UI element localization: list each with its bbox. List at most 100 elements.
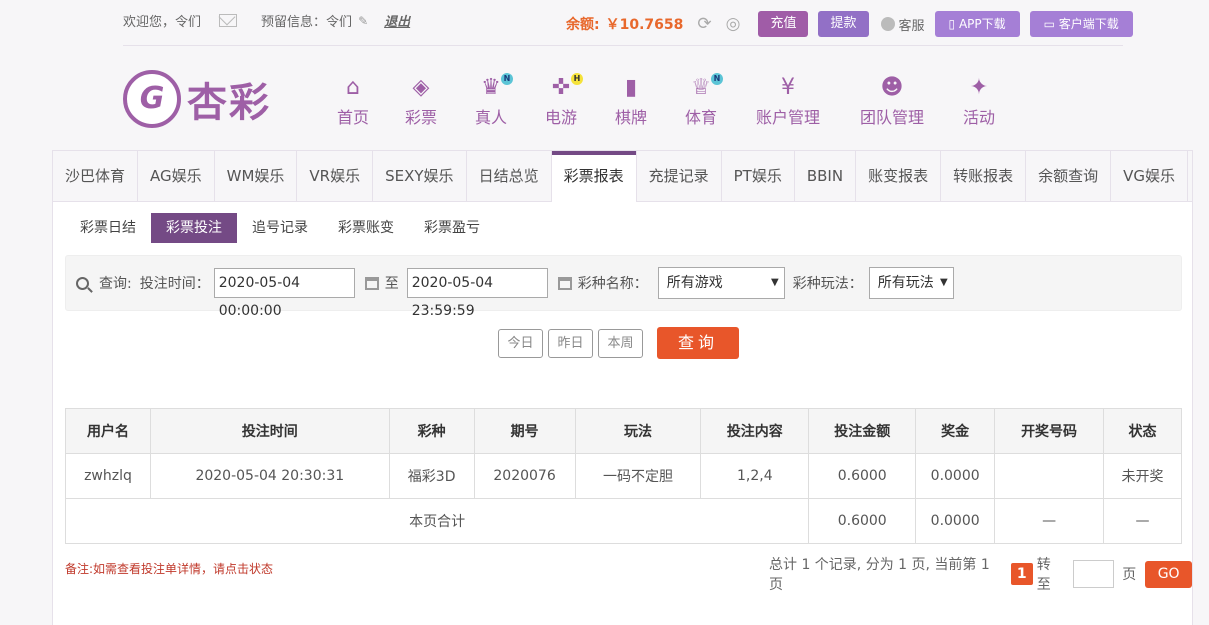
- column-header: 奖金: [915, 408, 996, 454]
- home-icon: ⌂: [346, 75, 360, 100]
- this-week-button[interactable]: 本周: [598, 328, 643, 358]
- nav-item-5[interactable]: ♕ N 体育: [666, 73, 736, 128]
- nav-item-0[interactable]: ⌂ 首页: [320, 76, 386, 128]
- subtab-0[interactable]: 彩票日结: [65, 213, 151, 243]
- nav-item-4[interactable]: ▮ 棋牌: [596, 76, 666, 128]
- mail-icon[interactable]: [219, 14, 238, 27]
- table-cell: 0.6000: [808, 453, 917, 499]
- reserve-value: 令们: [326, 15, 353, 30]
- balance-value: ￥10.7658: [605, 17, 684, 33]
- tab-0[interactable]: 沙巴体育: [53, 151, 139, 201]
- calendar-icon[interactable]: [364, 276, 379, 290]
- calendar-icon[interactable]: [557, 276, 572, 290]
- nav-item-3[interactable]: ✜ H 电游: [526, 73, 596, 128]
- total-amount: 0.6000: [808, 498, 917, 544]
- remark-note: 备注:如需查看投注单详情，请点击状态: [65, 562, 274, 576]
- game-select[interactable]: 所有游戏 ▼: [657, 267, 785, 299]
- column-header: 投注内容: [700, 408, 810, 454]
- play-select[interactable]: 所有玩法 ▼: [868, 267, 954, 299]
- tab-7[interactable]: 充提记录: [637, 151, 722, 201]
- gift-icon: ✦: [969, 75, 989, 100]
- client-download-button[interactable]: ▭ 客户端下载: [1029, 11, 1133, 37]
- tab-6[interactable]: 彩票报表: [551, 151, 637, 202]
- hide-balance-icon[interactable]: ◎: [726, 14, 741, 34]
- nav-label: 体育: [684, 108, 717, 127]
- query-label: 查询:: [99, 276, 132, 292]
- top-divider: [123, 45, 1123, 46]
- column-header: 状态: [1103, 408, 1182, 454]
- tab-10[interactable]: 账变报表: [856, 151, 942, 201]
- recharge-button[interactable]: 充值: [758, 11, 809, 37]
- column-header: 彩种: [388, 408, 475, 454]
- end-time-input[interactable]: 2020-05-04 23:59:59: [406, 268, 548, 319]
- search-icon: [76, 276, 89, 290]
- game-name-label: 彩种名称：: [577, 276, 648, 292]
- main-nav: ⌂ 首页 ◈ 彩票 ♛ N 真人 ✜ H 电游 ▮ 棋牌 ♕ N 体育 ¥ 账户管理 ☻ 团队管理 ✦ 活动: [320, 73, 1014, 128]
- trophy-icon: ♕ N: [688, 73, 723, 100]
- current-page[interactable]: 1: [1010, 563, 1033, 585]
- go-button[interactable]: GO: [1145, 560, 1192, 588]
- table-cell: zwhzlq: [65, 453, 151, 499]
- subtab-1[interactable]: 彩票投注: [151, 213, 237, 243]
- yesterday-button[interactable]: 昨日: [548, 328, 593, 358]
- nav-item-1[interactable]: ◈ 彩票: [386, 76, 456, 128]
- app-download-label: APP下载: [958, 17, 1006, 31]
- total-row: 本页合计 0.6000 0.0000— —: [64, 498, 1182, 544]
- table-header-row: 用户名 投注时间 彩种 期号 玩法 投注内容 投注金额 奖金 开奖号码 状态: [65, 408, 1182, 454]
- subtab-4[interactable]: 彩票盈亏: [409, 213, 495, 243]
- page-number-input[interactable]: [1072, 560, 1115, 588]
- column-header: 开奖号码: [994, 408, 1104, 454]
- nav-item-2[interactable]: ♛ N 真人: [456, 73, 526, 128]
- nav-label: 电游: [544, 108, 577, 127]
- column-header: 投注时间: [149, 408, 390, 454]
- bet-time-label: 投注时间：: [139, 276, 210, 292]
- report-tabs: 沙巴体育 AG娱乐 WM娱乐 VR娱乐 SEXY娱乐 日结总览 彩票报表 充提记录 PT娱乐 BB…: [53, 151, 1192, 202]
- goto-label: 转至: [1036, 557, 1051, 593]
- app-download-button[interactable]: ▯ APP下载: [934, 11, 1020, 37]
- tab-3[interactable]: VR娱乐: [297, 151, 374, 201]
- refresh-icon[interactable]: ⟳: [697, 14, 711, 34]
- table-cell: [994, 453, 1104, 499]
- table-cell: 2020076: [473, 453, 576, 499]
- phone-icon: ▯: [948, 17, 959, 31]
- tab-4[interactable]: SEXY娱乐: [373, 151, 467, 201]
- nav-item-7[interactable]: ☻ 团队管理: [840, 76, 944, 128]
- tab-2[interactable]: WM娱乐: [215, 151, 298, 201]
- tab-13[interactable]: VG娱乐: [1111, 151, 1188, 201]
- start-time-input[interactable]: 2020-05-04 00:00:00: [213, 268, 355, 319]
- table-cell[interactable]: 未开奖: [1103, 453, 1182, 499]
- nav-badge: N: [501, 73, 513, 85]
- subtab-2[interactable]: 追号记录: [237, 213, 323, 243]
- team-icon: ☻: [880, 75, 904, 100]
- service-link[interactable]: 客服: [880, 15, 925, 34]
- query-button[interactable]: 查询: [657, 327, 739, 359]
- column-header: 用户名: [65, 408, 151, 454]
- balance-label: 余额:: [566, 17, 600, 33]
- play-label: 彩种玩法：: [792, 276, 863, 292]
- quick-range-buttons: 今日 昨日 本周 查询: [498, 327, 739, 359]
- top-bar: 欢迎您， 令们 预留信息： 令们 ✎ 退出 余额: ￥10.7658 ⟳ ◎ 充…: [0, 0, 1209, 48]
- tab-8[interactable]: PT娱乐: [722, 151, 795, 201]
- today-button[interactable]: 今日: [498, 328, 543, 358]
- subtab-3[interactable]: 彩票账变: [323, 213, 409, 243]
- tab-12[interactable]: 余额查询: [1026, 151, 1112, 201]
- game-select-value: 所有游戏: [666, 275, 723, 291]
- tab-11[interactable]: 转账报表: [941, 151, 1027, 201]
- logo[interactable]: 杏彩: [123, 70, 271, 128]
- reserve-label: 预留信息：: [261, 15, 327, 30]
- nav-badge: N: [711, 73, 723, 85]
- total-bonus: 0.0000: [915, 498, 996, 544]
- logout-link[interactable]: 退出: [384, 11, 410, 30]
- withdraw-button[interactable]: 提款: [818, 11, 869, 37]
- query-bar: 查询: 投注时间： 2020-05-04 00:00:00 至 2020-05-…: [65, 255, 1182, 319]
- welcome-text: 欢迎您，: [123, 15, 176, 30]
- tab-9[interactable]: BBIN: [795, 151, 857, 201]
- tab-5[interactable]: 日结总览: [467, 151, 552, 201]
- nav-item-8[interactable]: ✦ 活动: [944, 76, 1014, 128]
- edit-icon[interactable]: ✎: [358, 14, 368, 28]
- table-cell: 1,2,4: [700, 453, 810, 499]
- tab-1[interactable]: AG娱乐: [138, 151, 215, 201]
- table-cell: 一码不定胆: [574, 453, 702, 499]
- nav-item-6[interactable]: ¥ 账户管理: [736, 76, 840, 128]
- service-icon: [880, 17, 895, 31]
